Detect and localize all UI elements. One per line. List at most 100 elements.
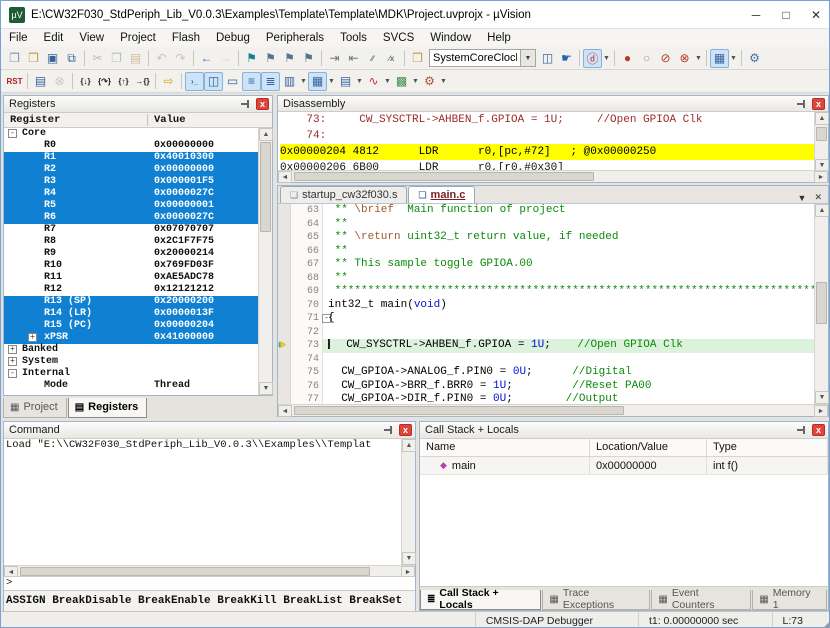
tab-project[interactable]: ▦Project <box>3 398 67 418</box>
close-icon[interactable]: x <box>256 98 269 110</box>
find-in-files-icon[interactable]: ⓓ <box>583 49 602 68</box>
disassembly-content[interactable]: 73: CW_SYSCTRL->AHBEN_f.GPIOA = 1U; //Op… <box>278 112 814 172</box>
maximize-button[interactable]: □ <box>771 3 801 27</box>
scroll-right-icon[interactable]: ► <box>814 171 828 183</box>
kill-all-breakpoints-icon[interactable]: ⊗ <box>675 49 694 68</box>
menu-help[interactable]: Help <box>479 29 519 47</box>
disassembly-vscrollbar[interactable]: ▲ ▼ <box>814 112 828 172</box>
register-row[interactable]: R10x40010300 <box>4 152 258 164</box>
reset-icon[interactable]: RST <box>5 72 24 91</box>
run-to-cursor-icon[interactable]: →{} <box>133 72 152 91</box>
column-header-location-value[interactable]: Location/Value <box>590 439 707 456</box>
code-line[interactable]: 69 *************************************… <box>278 285 814 299</box>
disassembly-line[interactable]: 74: <box>280 128 814 144</box>
redo-icon[interactable]: ↷ <box>171 49 190 68</box>
dropdown-arrow-icon[interactable]: ▼ <box>327 72 336 91</box>
new-file-icon[interactable]: ❐ <box>5 49 24 68</box>
code-line[interactable]: 63 ** \brief Main function of project <box>278 204 814 218</box>
scroll-thumb[interactable] <box>294 406 624 415</box>
code-line[interactable]: 75 CW_GPIOA->ANALOG_f.PIN0 = 0U; //Digit… <box>278 366 814 380</box>
editor-vscrollbar[interactable]: ▲ ▼ <box>814 204 828 404</box>
scroll-down-icon[interactable]: ▼ <box>815 391 829 404</box>
symbols-window-icon[interactable]: ▭ <box>223 72 242 91</box>
column-header-type[interactable]: Type <box>707 439 828 456</box>
code-editor[interactable]: 63 ** \brief Main function of project64 … <box>278 204 814 404</box>
register-row[interactable]: +Banked <box>4 344 258 356</box>
scroll-up-icon[interactable]: ▲ <box>815 112 829 125</box>
lookup-symbol-icon[interactable]: ◫ <box>538 49 557 68</box>
menu-peripherals[interactable]: Peripherals <box>258 29 332 47</box>
code-line[interactable]: 76 CW_GPIOA->BRR_f.BRR0 = 1U; //Reset PA… <box>278 380 814 394</box>
previous-bookmark-icon[interactable]: ⚑ <box>261 49 280 68</box>
code-line[interactable]: 66 ** <box>278 245 814 259</box>
dropdown-arrow-icon[interactable]: ▼ <box>602 49 611 68</box>
scroll-thumb[interactable] <box>816 282 827 324</box>
scroll-up-icon[interactable]: ▲ <box>815 204 829 217</box>
minimize-button[interactable]: ─ <box>741 3 771 27</box>
column-header-name[interactable]: Name <box>420 439 590 456</box>
undo-icon[interactable]: ↶ <box>152 49 171 68</box>
toolbox-icon[interactable]: ⚙ <box>420 72 439 91</box>
close-icon[interactable]: x <box>399 424 412 436</box>
comment-selection-icon[interactable]: ∕∕ <box>363 49 382 68</box>
scroll-left-icon[interactable]: ◄ <box>278 405 292 417</box>
register-row[interactable]: R13 (SP)0x20000200 <box>4 296 258 308</box>
serial-windows-icon[interactable]: ▤ <box>336 72 355 91</box>
save-icon[interactable]: ▣ <box>43 49 62 68</box>
step-over-icon[interactable]: {↷} <box>95 72 114 91</box>
close-button[interactable]: ✕ <box>801 3 830 27</box>
expand-plus-icon[interactable]: + <box>8 357 17 366</box>
show-next-statement-icon[interactable]: ⇨ <box>159 72 178 91</box>
step-into-icon[interactable]: {↓} <box>76 72 95 91</box>
register-row[interactable]: R20x00000000 <box>4 164 258 176</box>
code-line[interactable]: 77 CW_GPIOA->DIR_f.PIN0 = 0U; //Output <box>278 393 814 404</box>
system-viewer-icon[interactable]: ▩ <box>392 72 411 91</box>
watch-windows-icon[interactable]: ▥ <box>280 72 299 91</box>
chevron-down-icon[interactable]: ▼ <box>521 49 536 67</box>
scroll-thumb[interactable] <box>20 567 370 576</box>
code-line[interactable]: 67 ** This sample toggle GPIOA.00 <box>278 258 814 272</box>
register-row[interactable]: R00x00000000 <box>4 140 258 152</box>
collapse-minus-icon[interactable]: - <box>8 129 17 138</box>
menu-project[interactable]: Project <box>112 29 164 47</box>
register-row[interactable]: R60x0000027C <box>4 212 258 224</box>
disassembly-window-icon[interactable]: ◫ <box>204 72 223 91</box>
command-output[interactable]: Load "E:\\CW32F030_StdPeriph_Lib_V0.0.3\… <box>4 439 401 565</box>
disassembly-hscrollbar[interactable]: ◄ ► <box>278 170 828 182</box>
analysis-windows-icon[interactable]: ▦ <box>710 49 729 68</box>
disable-all-breakpoints-icon[interactable]: ⊘ <box>656 49 675 68</box>
register-row[interactable]: R40x0000027C <box>4 188 258 200</box>
register-row[interactable]: R70x07070707 <box>4 224 258 236</box>
register-row[interactable]: +System <box>4 356 258 368</box>
register-row[interactable]: +xPSR0x41000000 <box>4 332 258 344</box>
register-row[interactable]: R14 (LR)0x0000013F <box>4 308 258 320</box>
scroll-down-icon[interactable]: ▼ <box>259 382 273 395</box>
register-row[interactable]: R30x000001F5 <box>4 176 258 188</box>
command-vscrollbar[interactable]: ▲ ▼ <box>401 439 415 565</box>
register-row[interactable]: -Core <box>4 128 258 140</box>
dropdown-arrow-icon[interactable]: ▼ <box>299 72 308 91</box>
menu-edit[interactable]: Edit <box>36 29 72 47</box>
dropdown-arrow-icon[interactable]: ▼ <box>411 72 420 91</box>
indent-icon[interactable]: ⇥ <box>325 49 344 68</box>
register-row[interactable]: R80x2C1F7F75 <box>4 236 258 248</box>
copy-icon[interactable]: ❐ <box>107 49 126 68</box>
expand-plus-icon[interactable]: + <box>28 333 37 342</box>
dropdown-arrow-icon[interactable]: ▼ <box>355 72 364 91</box>
dropdown-arrow-icon[interactable]: ▼ <box>729 49 738 68</box>
logic-analyzer-icon[interactable]: ∿ <box>364 72 383 91</box>
outdent-icon[interactable]: ⇤ <box>344 49 363 68</box>
scroll-thumb[interactable] <box>260 142 271 232</box>
menu-window[interactable]: Window <box>422 29 479 47</box>
call-stack-window-icon[interactable]: ≣ <box>261 72 280 91</box>
command-window-icon[interactable]: ›_ <box>185 72 204 91</box>
tab-event-counters[interactable]: ▦Event Counters <box>651 590 751 610</box>
configure-target-icon[interactable]: ⚙ <box>745 49 764 68</box>
stop-icon[interactable]: ⊗ <box>50 72 69 91</box>
scroll-thumb[interactable] <box>816 127 827 141</box>
navigate-back-icon[interactable]: ← <box>197 49 216 68</box>
registers-vscrollbar[interactable]: ▲ ▼ <box>258 128 272 395</box>
pin-icon[interactable] <box>384 425 394 435</box>
register-row[interactable]: R110xAE5ADC78 <box>4 272 258 284</box>
tab-list-dropdown-icon[interactable]: ▼ <box>798 193 807 203</box>
